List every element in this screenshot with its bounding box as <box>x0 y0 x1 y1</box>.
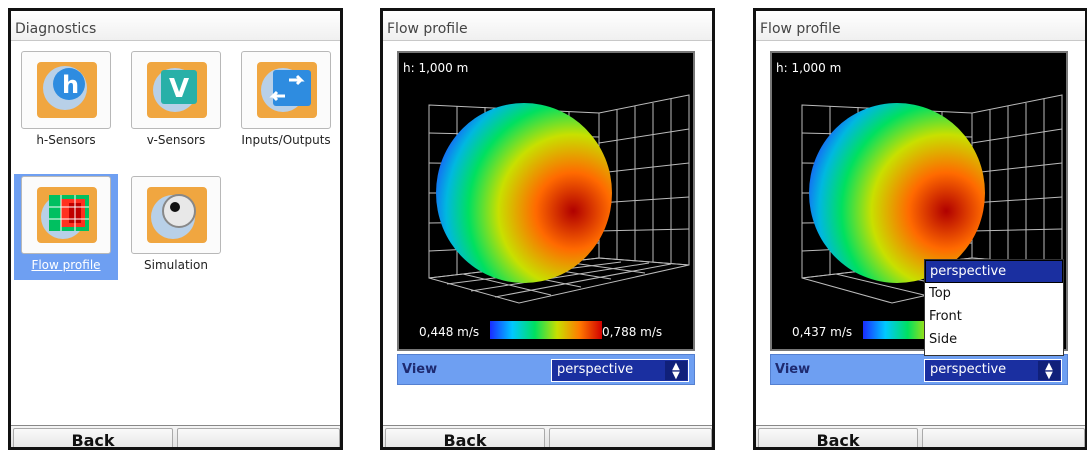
back-button[interactable]: Back <box>385 428 545 447</box>
view-select-value: perspective <box>930 362 1007 377</box>
velocity-min-label: 0,448 m/s <box>419 325 480 339</box>
flow-profile-screen: Flow profile h: 1,000 m 0,448 m/s 0,788 … <box>380 8 715 450</box>
softkey-bar: Back <box>756 425 1085 447</box>
flow-profile-screen-dropdown: Flow profile h: 1,000 m 0,437 m/s View p… <box>753 8 1087 450</box>
updown-arrows-icon[interactable]: ▲ ▼ <box>665 361 687 381</box>
inputs-outputs-icon <box>241 51 331 129</box>
diagnostics-screen: Diagnostics h h-Sensors V v-Sensors Inpu… <box>8 8 343 450</box>
back-button[interactable]: Back <box>758 428 918 447</box>
flow-profile-plot: h: 1,000 m 0,448 m/s 0,788 m/s <box>397 51 695 351</box>
view-select[interactable]: perspective ▲ ▼ <box>924 359 1062 382</box>
view-select[interactable]: perspective ▲ ▼ <box>551 359 689 382</box>
screen-title: Flow profile <box>383 11 712 41</box>
option-side[interactable]: Side <box>925 329 1063 352</box>
empty-softkey[interactable] <box>922 428 1085 447</box>
updown-arrows-icon[interactable]: ▲ ▼ <box>1038 361 1060 381</box>
tile-h-sensors[interactable]: h h-Sensors <box>14 51 118 148</box>
view-select-value: perspective <box>557 362 634 377</box>
tile-simulation[interactable]: Simulation <box>124 176 228 273</box>
view-row: View perspective ▲ ▼ <box>770 354 1068 385</box>
empty-softkey[interactable] <box>177 428 340 447</box>
option-front[interactable]: Front <box>925 306 1063 329</box>
tile-inputs-outputs[interactable]: Inputs/Outputs <box>234 51 338 148</box>
back-button[interactable]: Back <box>13 428 173 447</box>
tile-v-sensors[interactable]: V v-Sensors <box>124 51 228 148</box>
empty-softkey[interactable] <box>549 428 712 447</box>
view-row: View perspective ▲ ▼ <box>397 354 695 385</box>
flow-3d-graphic <box>428 94 690 304</box>
option-top[interactable]: Top <box>925 283 1063 306</box>
flow-profile-icon <box>21 176 111 254</box>
velocity-max-label: 0,788 m/s <box>602 325 663 339</box>
height-label: h: 1,000 m <box>776 61 842 75</box>
view-label: View <box>775 362 811 377</box>
simulation-icon <box>131 176 221 254</box>
screen-title: Diagnostics <box>11 11 340 41</box>
svg-text:h: h <box>62 71 79 99</box>
tile-flow-profile[interactable]: Flow profile <box>14 174 118 280</box>
view-dropdown-list: perspective Top Front Side <box>924 259 1064 356</box>
softkey-bar: Back <box>11 425 340 447</box>
option-perspective[interactable]: perspective <box>925 260 1063 283</box>
h-sensors-icon: h <box>21 51 111 129</box>
velocity-min-label: 0,437 m/s <box>792 325 853 339</box>
velocity-color-scale <box>490 321 602 339</box>
screen-title: Flow profile <box>756 11 1085 41</box>
svg-text:V: V <box>169 74 189 104</box>
v-sensors-icon: V <box>131 51 221 129</box>
view-label: View <box>402 362 438 377</box>
softkey-bar: Back <box>383 425 712 447</box>
height-label: h: 1,000 m <box>403 61 469 75</box>
